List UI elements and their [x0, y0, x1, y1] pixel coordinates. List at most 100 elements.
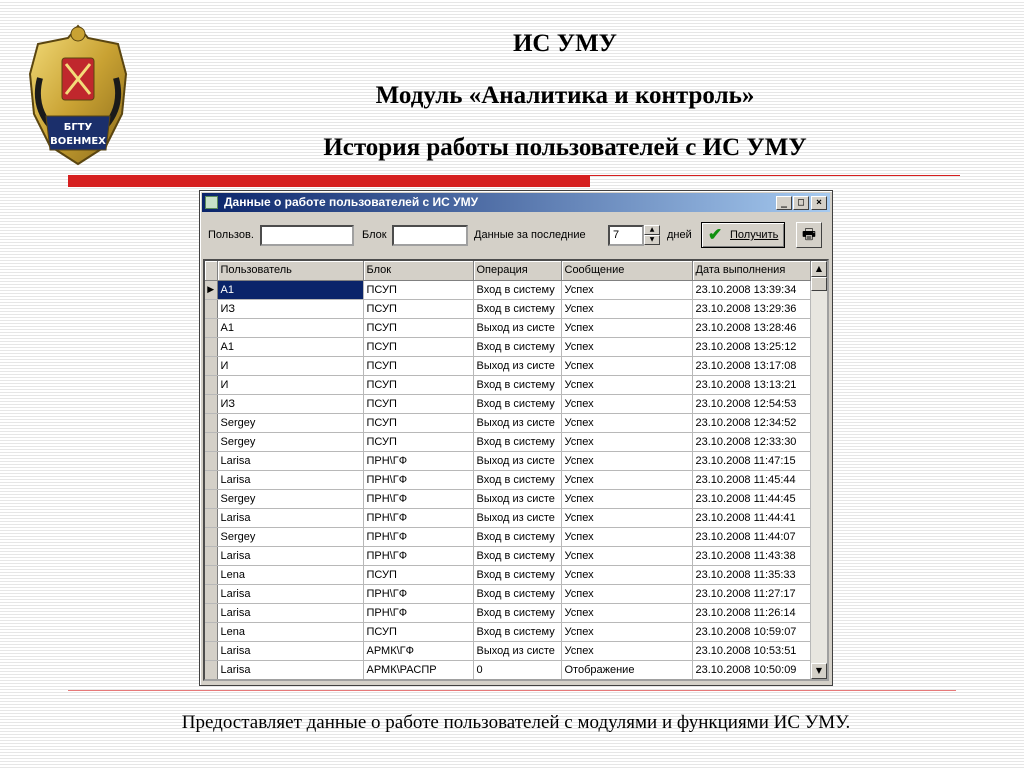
- cell-block[interactable]: ПСУП: [363, 299, 474, 319]
- row-indicator[interactable]: [205, 432, 218, 452]
- table-row[interactable]: Larisa ПРН\ГФ Вход в систему Успех 23.10.200…: [205, 546, 811, 566]
- row-indicator[interactable]: [205, 527, 218, 547]
- maximize-button[interactable]: □: [793, 196, 809, 210]
- cell-user[interactable]: Lena: [217, 565, 364, 585]
- cell-block[interactable]: ПСУП: [363, 432, 474, 452]
- column-header-date[interactable]: Дата выполнения: [692, 261, 811, 281]
- row-indicator[interactable]: [205, 565, 218, 585]
- cell-message[interactable]: Успех: [561, 470, 693, 490]
- cell-message[interactable]: Отображение: [561, 660, 693, 679]
- cell-message[interactable]: Успех: [561, 413, 693, 433]
- cell-date[interactable]: 23.10.2008 11:47:15: [692, 451, 811, 471]
- cell-user[interactable]: А1: [217, 337, 364, 357]
- print-button[interactable]: 🖶: [796, 222, 822, 248]
- row-indicator[interactable]: [205, 660, 218, 679]
- cell-date[interactable]: 23.10.2008 13:17:08: [692, 356, 811, 376]
- cell-block[interactable]: ПРН\ГФ: [363, 546, 474, 566]
- cell-block[interactable]: ПРН\ГФ: [363, 603, 474, 623]
- cell-operation[interactable]: Выход из систе: [473, 356, 562, 376]
- cell-date[interactable]: 23.10.2008 12:33:30: [692, 432, 811, 452]
- row-indicator[interactable]: [205, 508, 218, 528]
- block-filter-input[interactable]: [392, 225, 468, 246]
- table-row[interactable]: Lena ПСУП Вход в систему Успех 23.10.2008 10…: [205, 622, 811, 642]
- window-titlebar[interactable]: Данные о работе пользователей с ИС УМУ _…: [202, 193, 830, 212]
- cell-date[interactable]: 23.10.2008 11:44:45: [692, 489, 811, 509]
- cell-operation[interactable]: Вход в систему: [473, 622, 562, 642]
- cell-user[interactable]: Sergey: [217, 489, 364, 509]
- table-row[interactable]: Larisa ПРН\ГФ Выход из систе Успех 23.10.200…: [205, 508, 811, 528]
- cell-block[interactable]: АРМК\РАСПР: [363, 660, 474, 679]
- cell-user[interactable]: Larisa: [217, 603, 364, 623]
- cell-operation[interactable]: Выход из систе: [473, 508, 562, 528]
- cell-operation[interactable]: Выход из систе: [473, 489, 562, 509]
- cell-operation[interactable]: Вход в систему: [473, 470, 562, 490]
- cell-operation[interactable]: Вход в систему: [473, 584, 562, 604]
- cell-message[interactable]: Успех: [561, 337, 693, 357]
- spin-up-icon[interactable]: ▲: [644, 225, 660, 235]
- column-header-user[interactable]: Пользователь: [217, 261, 364, 281]
- cell-user[interactable]: Larisa: [217, 451, 364, 471]
- cell-operation[interactable]: Выход из систе: [473, 413, 562, 433]
- cell-operation[interactable]: Вход в систему: [473, 280, 562, 300]
- cell-operation[interactable]: Выход из систе: [473, 318, 562, 338]
- table-row[interactable]: И ПСУП Выход из систе Успех 23.10.2008 13:17…: [205, 356, 811, 376]
- cell-block[interactable]: ПРН\ГФ: [363, 470, 474, 490]
- row-indicator[interactable]: [205, 394, 218, 414]
- table-row[interactable]: Larisa ПРН\ГФ Вход в систему Успех 23.10.200…: [205, 470, 811, 490]
- cell-user[interactable]: Larisa: [217, 584, 364, 604]
- cell-message[interactable]: Успех: [561, 622, 693, 642]
- scroll-thumb[interactable]: [811, 277, 827, 291]
- cell-message[interactable]: Успех: [561, 641, 693, 661]
- cell-date[interactable]: 23.10.2008 10:53:51: [692, 641, 811, 661]
- cell-operation[interactable]: Вход в систему: [473, 375, 562, 395]
- cell-message[interactable]: Успех: [561, 356, 693, 376]
- table-row[interactable]: Larisa ПРН\ГФ Вход в систему Успех 23.10.200…: [205, 584, 811, 604]
- spin-down-icon[interactable]: ▼: [644, 235, 660, 245]
- cell-date[interactable]: 23.10.2008 11:35:33: [692, 565, 811, 585]
- cell-operation[interactable]: Вход в систему: [473, 603, 562, 623]
- row-indicator[interactable]: [205, 413, 218, 433]
- cell-operation[interactable]: Вход в систему: [473, 299, 562, 319]
- vertical-scrollbar[interactable]: ▲ ▼: [811, 261, 827, 679]
- cell-message[interactable]: Успех: [561, 451, 693, 471]
- cell-operation[interactable]: Вход в систему: [473, 565, 562, 585]
- table-row[interactable]: И ПСУП Вход в систему Успех 23.10.2008 13:13…: [205, 375, 811, 395]
- cell-block[interactable]: ПСУП: [363, 337, 474, 357]
- cell-date[interactable]: 23.10.2008 10:59:07: [692, 622, 811, 642]
- cell-operation[interactable]: 0: [473, 660, 562, 679]
- table-row[interactable]: Larisa ПРН\ГФ Выход из систе Успех 23.10.200…: [205, 451, 811, 471]
- row-indicator[interactable]: [205, 641, 218, 661]
- row-indicator[interactable]: [205, 622, 218, 642]
- cell-block[interactable]: ПСУП: [363, 318, 474, 338]
- user-filter-input[interactable]: [260, 225, 354, 246]
- cell-user[interactable]: Sergey: [217, 432, 364, 452]
- cell-message[interactable]: Успех: [561, 375, 693, 395]
- column-header-block[interactable]: Блок: [363, 261, 474, 281]
- table-row[interactable]: Larisa ПРН\ГФ Вход в систему Успех 23.10.200…: [205, 603, 811, 623]
- cell-message[interactable]: Успех: [561, 584, 693, 604]
- cell-operation[interactable]: Вход в систему: [473, 337, 562, 357]
- row-indicator[interactable]: [205, 299, 218, 319]
- days-spinner[interactable]: ▲ ▼: [644, 225, 660, 246]
- history-grid[interactable]: Пользователь Блок Операция Сообщение Дат…: [203, 259, 829, 681]
- row-indicator[interactable]: [205, 489, 218, 509]
- cell-operation[interactable]: Выход из систе: [473, 451, 562, 471]
- row-indicator[interactable]: [205, 546, 218, 566]
- cell-operation[interactable]: Вход в систему: [473, 394, 562, 414]
- cell-message[interactable]: Успех: [561, 318, 693, 338]
- cell-date[interactable]: 23.10.2008 11:44:41: [692, 508, 811, 528]
- cell-user[interactable]: А1: [217, 318, 364, 338]
- cell-operation[interactable]: Вход в систему: [473, 546, 562, 566]
- cell-message[interactable]: Успех: [561, 432, 693, 452]
- cell-user[interactable]: Larisa: [217, 470, 364, 490]
- cell-date[interactable]: 23.10.2008 13:28:46: [692, 318, 811, 338]
- table-row[interactable]: Sergey ПРН\ГФ Вход в систему Успех 23.10.200…: [205, 527, 811, 547]
- cell-date[interactable]: 23.10.2008 12:54:53: [692, 394, 811, 414]
- cell-user[interactable]: Sergey: [217, 527, 364, 547]
- cell-user[interactable]: Larisa: [217, 546, 364, 566]
- row-indicator[interactable]: [205, 451, 218, 471]
- cell-date[interactable]: 23.10.2008 13:25:12: [692, 337, 811, 357]
- cell-message[interactable]: Успех: [561, 280, 693, 300]
- current-row-indicator-icon[interactable]: ▶: [205, 280, 218, 300]
- cell-user[interactable]: А1: [217, 280, 364, 300]
